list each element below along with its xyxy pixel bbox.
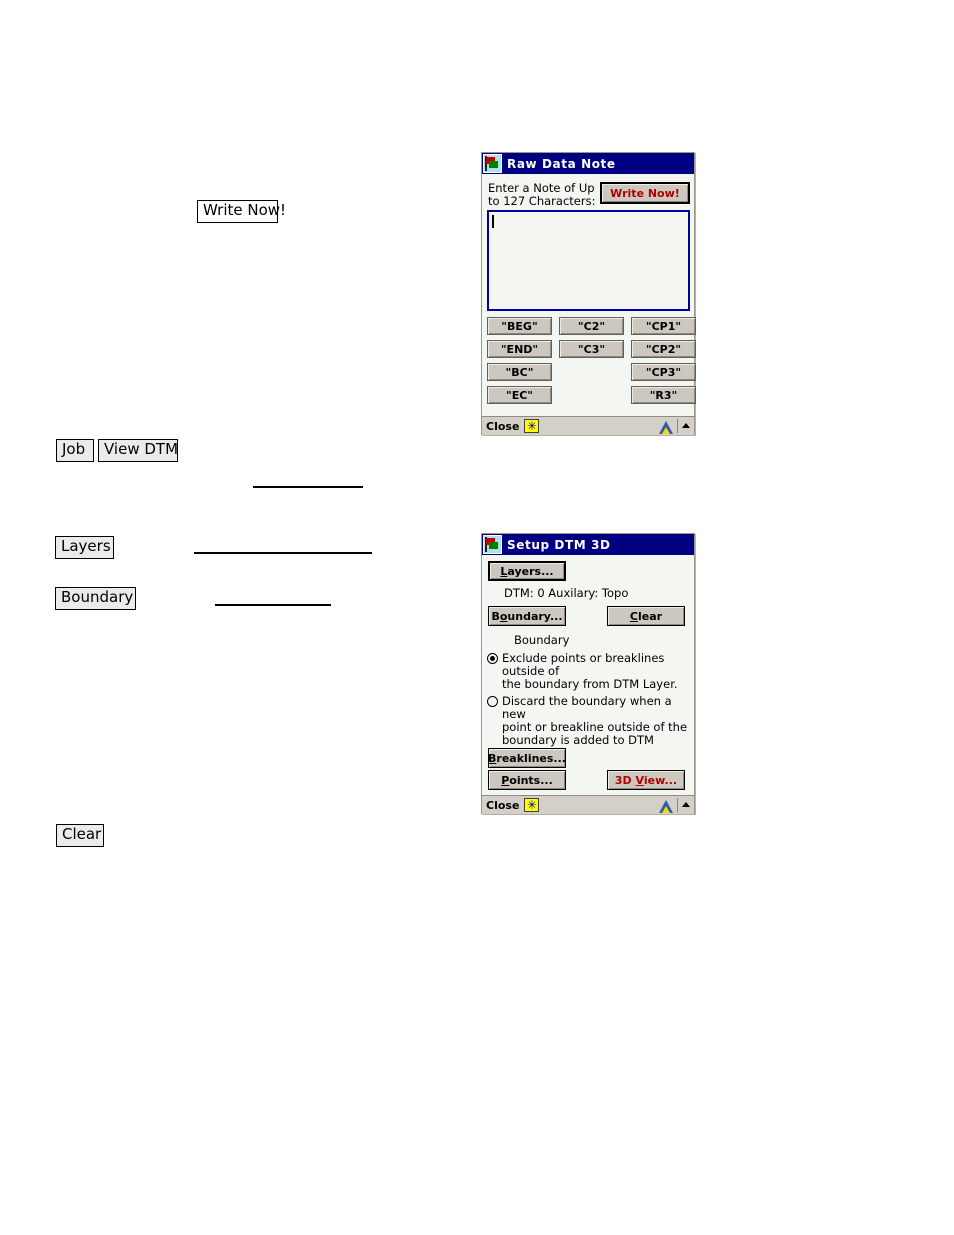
doc-ref-boundary-label: Boundary <box>61 588 134 606</box>
code-button-beg[interactable]: "BEG" <box>487 317 552 335</box>
raw-data-note-statusbar: Close <box>482 416 694 436</box>
breaklines-button-label: Breaklines... <box>488 751 566 765</box>
star-icon[interactable] <box>524 416 540 436</box>
code-button-r3[interactable]: "R3" <box>631 386 696 404</box>
code-button-bc-label: "BC" <box>505 365 534 379</box>
doc-ref-layers-label: Layers <box>61 537 111 555</box>
doc-ref-layers: Layers <box>55 536 114 559</box>
view-3d-button-label: 3D View... <box>614 773 678 787</box>
setup-dtm-3d-body: Layers... DTM: 0 Auxilary: Topo Boundary… <box>482 555 694 815</box>
doc-ref-clear: Clear <box>56 824 104 847</box>
doc-ref-job: Job <box>56 439 94 462</box>
code-button-end-label: "END" <box>500 342 539 356</box>
app-flag-icon <box>483 535 502 554</box>
clear-button[interactable]: Clear <box>607 606 685 626</box>
survey-triangle-icon[interactable] <box>659 798 674 813</box>
chevron-up-icon[interactable] <box>681 798 691 812</box>
code-button-c3[interactable]: "C3" <box>559 340 624 358</box>
radio-exclude-points-icon[interactable] <box>487 653 498 664</box>
boundary-group-label: Boundary <box>514 633 570 647</box>
layers-button[interactable]: Layers... <box>488 561 566 581</box>
boundary-button-label: Boundary... <box>491 609 563 623</box>
code-button-c2[interactable]: "C2" <box>559 317 624 335</box>
write-now-button-label: Write Now! <box>610 186 680 200</box>
code-button-beg-label: "BEG" <box>501 319 538 333</box>
code-button-ec-label: "EC" <box>505 388 534 402</box>
breaklines-button[interactable]: Breaklines... <box>488 748 566 768</box>
code-button-bc[interactable]: "BC" <box>487 363 552 381</box>
code-button-c2-label: "C2" <box>577 319 606 333</box>
raw-data-note-window: Raw Data Note Enter a Note of Up to 127 … <box>481 152 696 436</box>
close-button[interactable]: Close <box>486 420 519 433</box>
code-button-cp1-label: "CP1" <box>645 319 682 333</box>
code-button-cp3-label: "CP3" <box>645 365 682 379</box>
doc-ref-write-now-label: Write Now! <box>203 201 287 219</box>
chevron-up-icon[interactable] <box>681 419 691 433</box>
raw-data-note-body: Enter a Note of Up to 127 Characters: Wr… <box>482 174 696 436</box>
code-button-ec[interactable]: "EC" <box>487 386 552 404</box>
code-button-c3-label: "C3" <box>577 342 606 356</box>
doc-ref-view-dtm-label: View DTM <box>104 440 179 458</box>
doc-ref-view-dtm: View DTM <box>98 439 178 462</box>
option-exclude-points[interactable]: Exclude points or breaklines outside of … <box>487 652 691 691</box>
doc-rule-2 <box>194 552 372 554</box>
boundary-button[interactable]: Boundary... <box>488 606 566 626</box>
write-now-button[interactable]: Write Now! <box>600 182 690 204</box>
doc-ref-write-now: Write Now! <box>197 200 286 223</box>
app-flag-icon <box>483 154 502 173</box>
star-icon[interactable] <box>524 795 540 815</box>
doc-ref-clear-label: Clear <box>62 825 102 843</box>
doc-rule-1 <box>253 486 363 488</box>
code-button-cp2[interactable]: "CP2" <box>631 340 696 358</box>
code-button-cp2-label: "CP2" <box>645 342 682 356</box>
doc-ref-boundary: Boundary <box>55 587 136 610</box>
code-button-end[interactable]: "END" <box>487 340 552 358</box>
note-prompt-label: Enter a Note of Up to 127 Characters: <box>488 181 596 208</box>
status-divider <box>677 419 678 433</box>
raw-data-note-title: Raw Data Note <box>507 156 616 171</box>
note-textarea[interactable] <box>487 210 690 311</box>
setup-dtm-3d-statusbar: Close <box>482 795 694 815</box>
setup-dtm-3d-titlebar: Setup DTM 3D <box>482 534 694 555</box>
raw-data-note-titlebar: Raw Data Note <box>482 153 694 174</box>
code-button-r3-label: "R3" <box>649 388 678 402</box>
setup-dtm-3d-window: Setup DTM 3D Layers... DTM: 0 Auxilary: … <box>481 533 695 815</box>
clear-button-label: Clear <box>629 609 663 623</box>
survey-triangle-icon[interactable] <box>659 419 674 434</box>
doc-ref-job-label: Job <box>62 440 86 458</box>
code-button-cp1[interactable]: "CP1" <box>631 317 696 335</box>
text-caret <box>492 215 494 228</box>
points-button-label: Points... <box>501 773 553 787</box>
setup-dtm-3d-title: Setup DTM 3D <box>507 537 611 552</box>
option-exclude-points-label: Exclude points or breaklines outside of … <box>502 651 678 691</box>
points-button[interactable]: Points... <box>488 770 566 790</box>
layer-status-label: DTM: 0 Auxilary: Topo <box>504 586 629 600</box>
layers-button-label: Layers... <box>500 564 554 578</box>
status-divider <box>677 798 678 812</box>
radio-discard-boundary-icon[interactable] <box>487 696 498 707</box>
view-3d-button[interactable]: 3D View... <box>607 770 685 790</box>
close-button[interactable]: Close <box>486 799 519 812</box>
code-button-cp3[interactable]: "CP3" <box>631 363 696 381</box>
doc-rule-3 <box>215 604 331 606</box>
